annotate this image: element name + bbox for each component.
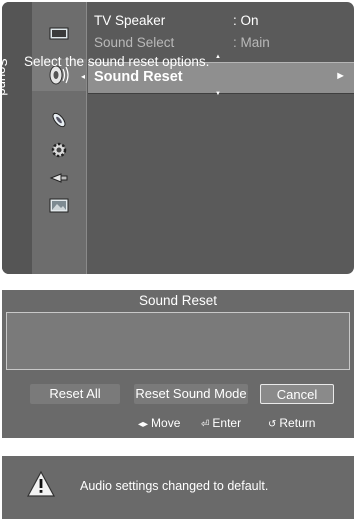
dialog-title: Sound Reset [138, 293, 218, 308]
reset-sound-mode-button[interactable]: Reset Sound Mode [134, 384, 248, 404]
scroll-up-icon: ▲ [215, 54, 221, 60]
menu-item-label: Sound Select [94, 35, 175, 50]
scroll-down-icon: ▼ [215, 91, 221, 97]
sound-menu-list: TV Speaker : On Sound Select : Main ▲ ◂ … [81, 2, 354, 274]
dialog-message-box [6, 312, 350, 370]
category-label: Sound [2, 58, 10, 96]
hint-return: ↺ Return [268, 416, 315, 432]
category-tab: Sound [2, 2, 32, 274]
channel-icon[interactable] [32, 104, 86, 136]
hint-enter: ⏎ Enter [201, 416, 241, 432]
hint-move-label: Move [151, 416, 181, 430]
menu-item-label: TV Speaker [94, 13, 166, 28]
menu-item-value: : On [233, 13, 259, 28]
warning-icon [26, 470, 56, 503]
return-icon: ↺ [268, 419, 277, 430]
submenu-arrow-icon: ► [335, 70, 346, 82]
notification-text: Audio settings changed to default. [80, 479, 269, 493]
hint-enter-label: Enter [212, 416, 242, 430]
application-icon[interactable] [32, 190, 86, 222]
move-arrows-icon: ◂▸ [138, 419, 149, 430]
menu-item-label: Sound Reset [94, 69, 183, 85]
menu-item-value: : Main [233, 35, 270, 50]
category-icon-column [32, 2, 87, 274]
selection-indicator-icon: ◂ [81, 72, 86, 81]
menu-item-sound-select[interactable]: Sound Select : Main [88, 32, 354, 54]
hint-move: ◂▸ Move [138, 416, 180, 432]
menu-item-tv-speaker[interactable]: TV Speaker : On [88, 10, 354, 32]
dialog-message: Select the sound reset options. [24, 54, 210, 69]
sound-menu-panel: Sound TV Speaker : On Sound Select : Mai… [2, 2, 354, 274]
enter-icon: ⏎ [201, 419, 210, 430]
picture-icon[interactable] [32, 18, 86, 50]
reset-all-button[interactable]: Reset All [30, 384, 120, 404]
cancel-button[interactable]: Cancel [260, 384, 334, 404]
hint-return-label: Return [279, 416, 316, 430]
